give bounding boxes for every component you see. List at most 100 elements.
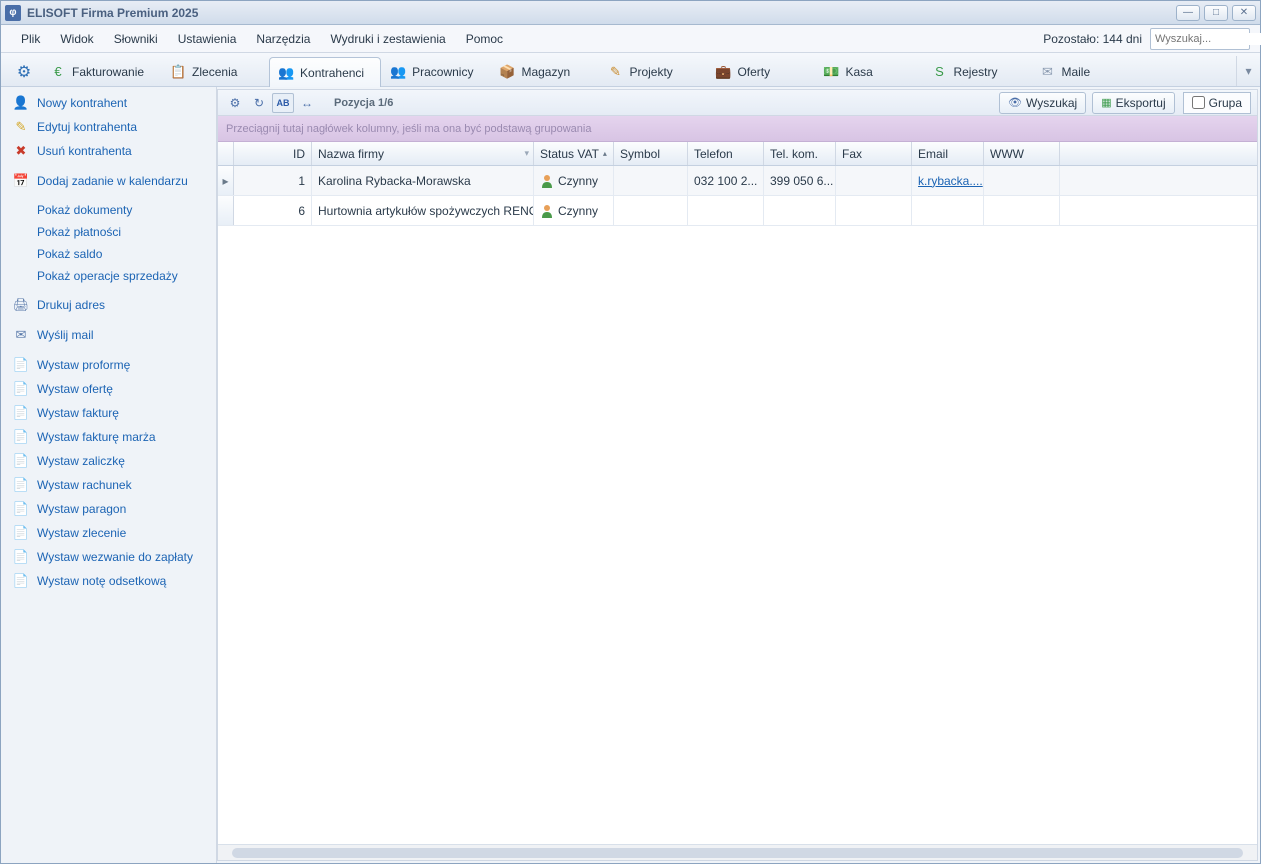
sidebar-icon: 📄 (13, 453, 29, 469)
tab-rejestry[interactable]: SRejestry (922, 56, 1030, 86)
toolbar-fit-icon[interactable]: AB (272, 93, 294, 113)
sidebar-icon: 📄 (13, 549, 29, 565)
sidebar-item[interactable]: 📄Wystaw zaliczkę (1, 449, 216, 473)
sidebar-item[interactable]: Pokaż dokumenty (1, 199, 216, 221)
sidebar-item[interactable]: 👤Nowy kontrahent (1, 91, 216, 115)
sidebar-item[interactable]: Pokaż płatności (1, 221, 216, 243)
sidebar-icon: 📄 (13, 525, 29, 541)
search-input[interactable] (1155, 33, 1261, 45)
sidebar-item[interactable]: 📄Wystaw fakturę marża (1, 425, 216, 449)
menu-narzędzia[interactable]: Narzędzia (246, 28, 320, 50)
remaining-days: Pozostało: 144 dni (1043, 32, 1142, 46)
oferty-icon: 💼 (715, 64, 731, 80)
tab-fakturowanie[interactable]: €Fakturowanie (41, 56, 161, 86)
menubar: PlikWidokSłownikiUstawieniaNarzędziaWydr… (1, 25, 1260, 53)
tab-magazyn[interactable]: 📦Magazyn (490, 56, 598, 86)
sidebar-icon: 👤 (13, 95, 29, 111)
sidebar-item[interactable]: Pokaż operacje sprzedaży (1, 265, 216, 287)
minimize-button[interactable]: — (1176, 5, 1200, 21)
tab-zlecenia[interactable]: 📋Zlecenia (161, 56, 269, 86)
sidebar-item[interactable]: 📄Wystaw proformę (1, 353, 216, 377)
sidebar-item[interactable]: ✎Edytuj kontrahenta (1, 115, 216, 139)
settings-gear-icon[interactable]: ⚙ (7, 58, 41, 86)
sidebar-item[interactable]: 📄Wystaw paragon (1, 497, 216, 521)
table-row[interactable]: ▸1Karolina Rybacka-MorawskaCzynny032 100… (218, 166, 1257, 196)
col-tel[interactable]: Telefon (688, 142, 764, 165)
maximize-button[interactable]: □ (1204, 5, 1228, 21)
sidebar-icon: 📄 (13, 405, 29, 421)
toolbar-refresh-icon[interactable]: ↻ (248, 93, 270, 113)
toolbar-columns-icon[interactable]: ↔ (296, 93, 318, 113)
sidebar-item[interactable]: 📄Wystaw notę odsetkową (1, 569, 216, 593)
app-icon: φ (5, 5, 21, 21)
sidebar-icon: 📄 (13, 573, 29, 589)
global-search[interactable]: 👁 (1150, 28, 1250, 50)
tab-pracownicy[interactable]: 👥Pracownicy (381, 56, 490, 86)
cell: 032 100 2... (688, 166, 764, 195)
sidebar-icon: 📄 (13, 429, 29, 445)
sidebar-item[interactable]: 📄Wystaw fakturę (1, 401, 216, 425)
sidebar-item[interactable]: 📄Wystaw rachunek (1, 473, 216, 497)
sidebar-item[interactable]: 📄Wystaw wezwanie do zapłaty (1, 545, 216, 569)
group-checkbox[interactable]: Grupa (1183, 92, 1251, 114)
col-www[interactable]: WWW (984, 142, 1060, 165)
menu-ustawienia[interactable]: Ustawienia (168, 28, 247, 50)
sidebar-item[interactable]: ✉Wyślij mail (1, 323, 216, 347)
close-button[interactable]: ✕ (1232, 5, 1256, 21)
menu-pomoc[interactable]: Pomoc (456, 28, 513, 50)
tab-oferty[interactable]: 💼Oferty (706, 56, 814, 86)
group-checkbox-input[interactable] (1192, 96, 1205, 109)
kasa-icon: 💵 (823, 64, 839, 80)
col-kom[interactable]: Tel. kom. (764, 142, 836, 165)
col-id[interactable]: ID (234, 142, 312, 165)
search-button[interactable]: 👁 Wyszukaj (999, 92, 1086, 114)
menu-słowniki[interactable]: Słowniki (104, 28, 168, 50)
cell (836, 196, 912, 225)
horizontal-scrollbar[interactable] (218, 844, 1257, 860)
sidebar-icon: ✎ (13, 119, 29, 135)
cell: 6 (234, 196, 312, 225)
col-name[interactable]: Nazwa firmy▾ (312, 142, 534, 165)
cell (614, 166, 688, 195)
col-vat[interactable]: Status VAT▴ (534, 142, 614, 165)
export-button[interactable]: ▦ Eksportuj (1092, 92, 1174, 114)
tabs-overflow-button[interactable]: ▾ (1236, 56, 1260, 86)
maile-icon: ✉ (1039, 64, 1055, 80)
col-symbol[interactable]: Symbol (614, 142, 688, 165)
projekty-icon: ✎ (607, 64, 623, 80)
filter-icon[interactable]: ▾ (524, 148, 529, 159)
scrollbar-thumb[interactable] (232, 848, 1243, 858)
sort-asc-icon: ▴ (603, 149, 607, 158)
kontrahenci-icon: 👥 (278, 65, 294, 81)
sidebar-item[interactable]: 🖨Drukuj adres (1, 293, 216, 317)
table-row[interactable]: 6Hurtownia artykułów spożywczych RENOCzy… (218, 196, 1257, 226)
titlebar: φ ELISOFT Firma Premium 2025 — □ ✕ (1, 1, 1260, 25)
app-window: φ ELISOFT Firma Premium 2025 — □ ✕ PlikW… (0, 0, 1261, 864)
toolbar-settings-icon[interactable]: ⚙ (224, 93, 246, 113)
menu-wydruki i zestawienia[interactable]: Wydruki i zestawienia (320, 28, 455, 50)
menu-plik[interactable]: Plik (11, 28, 50, 50)
cell (836, 166, 912, 195)
sidebar-item[interactable]: 📅Dodaj zadanie w kalendarzu (1, 169, 216, 193)
tab-maile[interactable]: ✉Maile (1030, 56, 1138, 86)
email-link[interactable]: k.rybacka.... (918, 174, 983, 188)
col-email[interactable]: Email (912, 142, 984, 165)
sidebar-item[interactable]: Pokaż saldo (1, 243, 216, 265)
sidebar-icon: 🖨 (13, 297, 29, 313)
group-drop-area[interactable]: Przeciągnij tutaj nagłówek kolumny, jeśl… (218, 116, 1257, 142)
tab-kasa[interactable]: 💵Kasa (814, 56, 922, 86)
zlecenia-icon: 📋 (170, 64, 186, 80)
cell: Karolina Rybacka-Morawska (312, 166, 534, 195)
sidebar-item[interactable]: 📄Wystaw ofertę (1, 377, 216, 401)
menu-widok[interactable]: Widok (50, 28, 103, 50)
col-fax[interactable]: Fax (836, 142, 912, 165)
sidebar-item[interactable]: ✖Usuń kontrahenta (1, 139, 216, 163)
fakturowanie-icon: € (50, 64, 66, 80)
cell: k.rybacka.... (912, 166, 984, 195)
sidebar-icon: 📅 (13, 173, 29, 189)
tab-kontrahenci[interactable]: 👥Kontrahenci (269, 57, 381, 87)
sidebar-item[interactable]: 📄Wystaw zlecenie (1, 521, 216, 545)
cell (688, 196, 764, 225)
cell: Hurtownia artykułów spożywczych RENO (312, 196, 534, 225)
tab-projekty[interactable]: ✎Projekty (598, 56, 706, 86)
